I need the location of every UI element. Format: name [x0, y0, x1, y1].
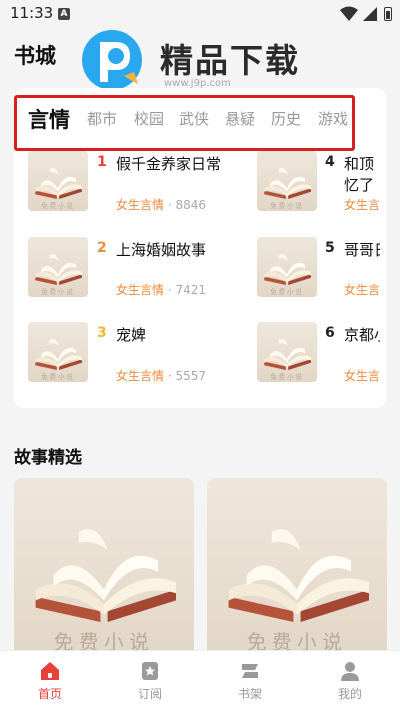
cover-caption: 免费小说	[41, 372, 75, 381]
open-book-illustration: 免费小说	[257, 151, 317, 211]
meta-separator: ·	[167, 198, 172, 212]
open-book-illustration: 免费小说	[28, 322, 88, 382]
nav-label: 书架	[237, 687, 262, 701]
nav-label: 首页	[37, 687, 62, 701]
open-book-illustration: 免费小说	[257, 237, 317, 297]
book-rank: 6	[325, 325, 335, 341]
bottom-nav: 首页 订阅 书架 我的	[0, 650, 400, 712]
watermark-p-icon	[82, 30, 142, 90]
story-card[interactable]: 免费小说	[207, 478, 387, 658]
book-cover: 免费小说	[257, 322, 317, 382]
profile-icon	[341, 662, 359, 681]
home-icon	[41, 662, 59, 680]
book-title: 京都小	[344, 326, 380, 344]
book-meta: 女生言情 · 8846	[116, 196, 206, 213]
wifi-icon	[340, 6, 358, 21]
book-meta: 女生言	[344, 196, 380, 213]
book-cover: 免费小说	[257, 237, 317, 297]
book-cover: 免费小说	[28, 237, 88, 297]
book-meta: 女生言	[344, 367, 380, 384]
open-book-illustration: 免费小说	[14, 478, 194, 658]
book-title: 假千金养家日常	[116, 155, 222, 173]
section-title: 故事精选	[14, 448, 82, 468]
book-rank: 2	[97, 240, 107, 256]
nav-label: 我的	[337, 687, 362, 701]
status-time: 11:33	[10, 4, 54, 22]
book-meta: 女生言	[344, 281, 380, 298]
book-category: 女生言	[344, 198, 380, 212]
book-title: 上海婚姻故事	[116, 241, 207, 259]
nav-subscribe[interactable]: 订阅	[100, 651, 200, 712]
nav-profile[interactable]: 我的	[300, 651, 400, 712]
book-cover: 免费小说	[28, 322, 88, 382]
book-category: 女生言情	[116, 369, 165, 383]
book-rank: 1	[97, 154, 107, 170]
book-category: 女生言	[344, 369, 380, 383]
nav-home[interactable]: 首页	[0, 651, 100, 712]
bookshelf-icon	[242, 664, 258, 678]
meta-separator: ·	[167, 283, 172, 297]
battery-icon	[384, 7, 392, 21]
book-title: 和顶	[344, 155, 375, 173]
book-category: 女生言情	[116, 198, 165, 212]
sim-icon: A	[58, 8, 70, 20]
book-title: 哥哥日	[344, 241, 380, 259]
open-book-illustration: 免费小说	[28, 151, 88, 211]
highlight-box	[14, 95, 355, 151]
nav-bookshelf[interactable]: 书架	[200, 651, 300, 712]
open-book-illustration: 免费小说	[207, 478, 387, 658]
book-title-line2: 忆了	[344, 176, 375, 194]
watermark-logo: 精品下载 www.j9p.com	[72, 26, 372, 94]
book-cover: 免费小说	[257, 151, 317, 211]
book-count: 7421	[175, 283, 207, 297]
book-category: 女生言情	[116, 283, 165, 297]
book-count: 8846	[175, 198, 207, 212]
meta-separator: ·	[167, 369, 172, 383]
book-rank: 4	[325, 154, 335, 170]
open-book-illustration: 免费小说	[257, 322, 317, 382]
story-card[interactable]: 免费小说	[14, 478, 194, 658]
book-rank: 3	[97, 325, 107, 341]
page-title: 书城	[14, 44, 56, 68]
book-title: 宠婢	[116, 326, 147, 344]
cover-caption: 免费小说	[270, 201, 304, 210]
status-bar: 11:33 A	[0, 0, 400, 28]
bookmark-icon	[142, 662, 158, 680]
open-book-illustration: 免费小说	[28, 237, 88, 297]
nav-label: 订阅	[137, 687, 162, 701]
book-meta: 女生言情 · 5557	[116, 367, 206, 384]
cover-caption: 免费小说	[41, 287, 75, 296]
book-rank: 5	[325, 240, 335, 256]
cover-caption: 免费小说	[270, 372, 304, 381]
signal-icon	[363, 7, 377, 21]
book-cover: 免费小说	[28, 151, 88, 211]
watermark-text: 精品下载	[160, 41, 300, 80]
cover-caption: 免费小说	[270, 287, 304, 296]
book-count: 5557	[175, 369, 207, 383]
book-meta: 女生言情 · 7421	[116, 281, 206, 298]
cover-caption: 免费小说	[41, 201, 75, 210]
book-category: 女生言	[344, 283, 380, 297]
